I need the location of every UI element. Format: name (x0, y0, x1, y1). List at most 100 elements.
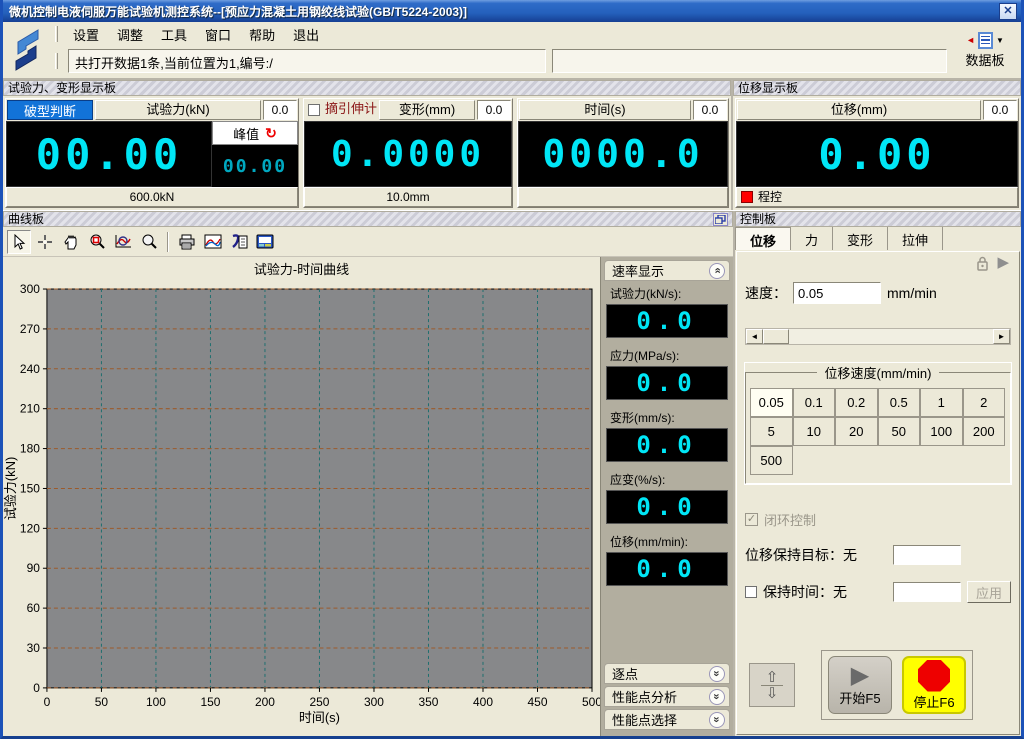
force-deform-panel-title: 试验力、变形显示板 (3, 80, 731, 96)
databoard-label: 数据板 (965, 50, 1004, 69)
speed-preset-button-500[interactable]: 500 (750, 446, 793, 475)
speed-preset-button-0.5[interactable]: 0.5 (878, 388, 921, 417)
collapsed-section-1[interactable]: 逐点« (604, 663, 730, 684)
collapse-down-icon[interactable]: « (709, 689, 725, 705)
tab-2[interactable]: 力 (791, 227, 833, 250)
rate-item-lcd: 0.0 (606, 366, 728, 400)
pointer-tool-icon[interactable] (7, 230, 31, 254)
hold-target-label: 位移保持目标：无 (745, 545, 893, 565)
scrollbar-left-icon[interactable]: ◄ (746, 329, 763, 344)
collapse-down-icon[interactable]: « (709, 666, 725, 682)
extensometer-checkbox[interactable] (308, 104, 320, 116)
curve-panel: 曲线板 试验力-时间曲线 (3, 211, 735, 736)
start-stop-group: ▶ 开始F5 停止F6 (821, 650, 973, 720)
speed-preset-grid: 0.050.10.20.512 5102050100200 500 (750, 388, 1006, 475)
start-button[interactable]: ▶ 开始F5 (828, 656, 892, 714)
speed-preset-button-0.05[interactable]: 0.05 (750, 388, 793, 417)
rate-item-label: 应力(MPa/s): (606, 345, 728, 366)
speed-preset-button-50[interactable]: 50 (878, 417, 921, 446)
svg-text:300: 300 (364, 695, 384, 709)
peak-reset-icon[interactable]: ↻ (265, 125, 277, 142)
svg-text:120: 120 (20, 521, 40, 535)
svg-text:100: 100 (146, 695, 166, 709)
scrollbar-right-icon[interactable]: ► (993, 329, 1010, 344)
print-icon[interactable] (175, 230, 199, 254)
chart-options-icon[interactable] (201, 230, 225, 254)
rate-item: 应变(%/s):0.0 (606, 469, 728, 524)
hold-time-label: 保持时间：无 (763, 582, 893, 602)
speed-preset-group: 位移速度(mm/min) 0.050.10.20.512510205010020… (745, 363, 1011, 484)
menu-item-5[interactable]: 帮助 (242, 23, 282, 46)
speed-preset-button-10[interactable]: 10 (793, 417, 836, 446)
speed-preset-button-100[interactable]: 100 (920, 417, 963, 446)
zoom-reset-tool-icon[interactable] (137, 230, 161, 254)
speed-preset-button-5[interactable]: 5 (750, 417, 793, 446)
time-range-label (518, 187, 728, 207)
hold-time-input[interactable] (893, 582, 961, 602)
jog-updown-button[interactable]: ⇧ ⇩ (749, 663, 795, 707)
display-options-icon[interactable] (253, 230, 277, 254)
databoard-button[interactable]: ◄ ▼ 数据板 (949, 22, 1021, 78)
close-icon[interactable]: ✕ (999, 3, 1017, 20)
aux-status-field (552, 49, 947, 73)
speed-preset-button-200[interactable]: 200 (963, 417, 1006, 446)
collapse-up-icon[interactable]: « (709, 263, 725, 279)
crosshair-tool-icon[interactable] (33, 230, 57, 254)
collapsed-sections: 逐点«性能点分析«性能点选择« (604, 661, 730, 730)
rate-item-lcd: 0.0 (606, 490, 728, 524)
apply-button[interactable]: 应用 (967, 581, 1011, 603)
collapsed-section-2[interactable]: 性能点分析« (604, 686, 730, 707)
tab-3[interactable]: 变形 (833, 227, 888, 250)
speed-preset-button-0.1[interactable]: 0.1 (793, 388, 836, 417)
force-deform-panel: 试验力、变形显示板 破型判断 试验力(kN) 0.0 00.00 峰值 (3, 80, 733, 210)
menu-item-3[interactable]: 工具 (154, 23, 194, 46)
hold-target-input[interactable] (893, 545, 961, 565)
deform-aux-value: 0.0 (477, 100, 511, 120)
force-aux-value: 0.0 (263, 100, 297, 120)
hand-tool-icon[interactable] (59, 230, 83, 254)
scrollbar-track[interactable] (763, 329, 993, 344)
scrollbar-thumb[interactable] (763, 329, 789, 344)
rate-items: 试验力(kN/s):0.0应力(MPa/s):0.0变形(mm/s):0.0应变… (604, 281, 730, 595)
speed-preset-button-2[interactable]: 2 (963, 388, 1006, 417)
break-detect-button[interactable]: 破型判断 (7, 100, 93, 120)
speed-scrollbar[interactable]: ◄ ► (745, 328, 1011, 345)
stop-button[interactable]: 停止F6 (902, 656, 966, 714)
force-time-chart: 0501001502002503003504004505000306090120… (3, 277, 600, 736)
tab-4[interactable]: 拉伸 (888, 227, 943, 250)
speed-preset-button-20[interactable]: 20 (835, 417, 878, 446)
menu-item-4[interactable]: 窗口 (198, 23, 238, 46)
deform-lcd: 0.0000 (304, 121, 512, 187)
menu-item-1[interactable]: 设置 (66, 23, 106, 46)
toolbar-grip (55, 26, 58, 42)
rate-item: 应力(MPa/s):0.0 (606, 345, 728, 400)
program-control-label: 程控 (758, 189, 782, 206)
menu-bar: 设置调整工具窗口帮助退出 (49, 22, 949, 46)
jog-up-icon: ⇧ (766, 671, 779, 684)
hold-time-checkbox[interactable] (745, 586, 757, 598)
zoom-chart-tool-icon[interactable] (111, 230, 135, 254)
tab-1[interactable]: 位移 (735, 227, 791, 250)
speed-label: 速度： (745, 283, 787, 303)
app-logo (3, 22, 49, 78)
speed-input[interactable] (793, 282, 881, 304)
stop-octagon-icon (918, 660, 950, 692)
speed-preset-button-0.2[interactable]: 0.2 (835, 388, 878, 417)
start-button-label: 开始F5 (839, 688, 880, 707)
program-control-indicator-icon (741, 191, 753, 203)
rate-panel-header[interactable]: 速率显示 « (604, 260, 730, 281)
svg-text:400: 400 (473, 695, 493, 709)
start-play-icon: ▶ (851, 664, 869, 688)
speed-preset-button-1[interactable]: 1 (920, 388, 963, 417)
menu-item-2[interactable]: 调整 (110, 23, 150, 46)
svg-text:0: 0 (33, 681, 40, 695)
collapse-down-icon[interactable]: « (709, 712, 725, 728)
menu-item-6[interactable]: 退出 (286, 23, 326, 46)
svg-text:500: 500 (582, 695, 600, 709)
force-display-unit: 破型判断 试验力(kN) 0.0 00.00 峰值 ↻ 00.00 (5, 98, 299, 208)
export-data-icon[interactable] (227, 230, 251, 254)
restore-window-icon[interactable] (713, 213, 728, 226)
zoom-region-tool-icon[interactable] (85, 230, 109, 254)
collapsed-section-3[interactable]: 性能点选择« (604, 709, 730, 730)
databoard-dropdown-icon[interactable]: ▼ (996, 36, 1004, 45)
